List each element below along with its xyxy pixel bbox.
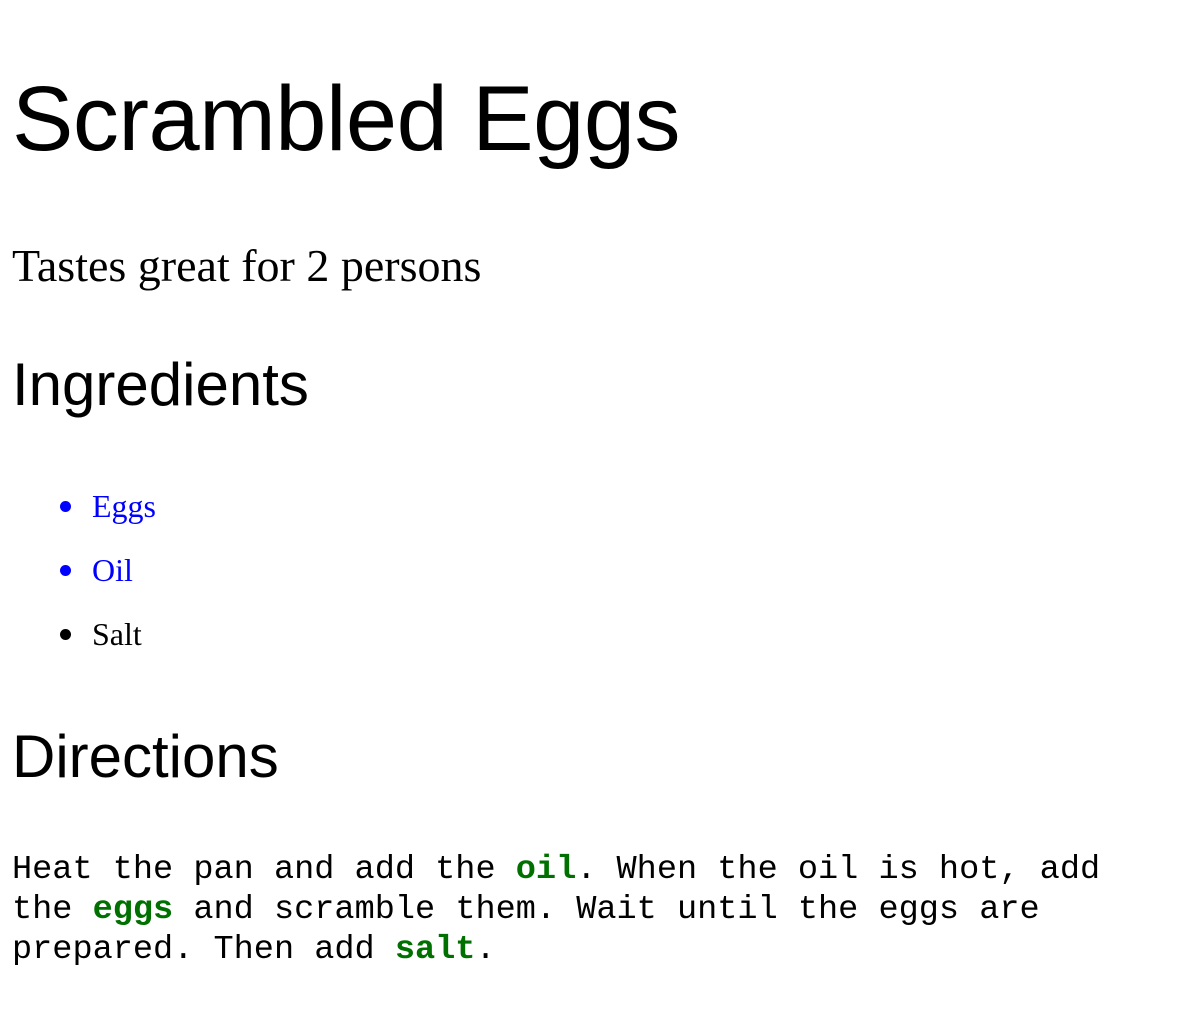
directions-text-segment: the bbox=[12, 891, 93, 929]
ingredient-label: Oil bbox=[92, 552, 133, 588]
directions-text-segment: and scramble them. Wait until the eggs a… bbox=[173, 891, 1040, 929]
ingredient-label: Salt bbox=[92, 616, 142, 652]
directions-text: Heat the pan and add the oil. When the o… bbox=[12, 850, 1162, 970]
highlighted-ingredient-oil: oil bbox=[515, 851, 577, 889]
highlighted-ingredient-eggs: eggs bbox=[92, 891, 174, 929]
ingredients-heading: Ingredients bbox=[12, 351, 309, 418]
bullet-icon bbox=[60, 629, 71, 640]
directions-heading: Directions bbox=[12, 723, 279, 790]
bullet-icon bbox=[60, 501, 71, 512]
directions-text-segment: . bbox=[475, 931, 496, 969]
directions-text-segment: prepared. Then add bbox=[12, 931, 395, 969]
directions-text-segment: Heat the pan and add the bbox=[12, 851, 516, 889]
ingredient-label: Eggs bbox=[92, 488, 156, 524]
highlighted-ingredient-salt: salt bbox=[394, 931, 476, 969]
page-title: Scrambled Eggs bbox=[12, 68, 681, 170]
recipe-subtitle: Tastes great for 2 persons bbox=[12, 240, 482, 291]
recipe-page: Scrambled Eggs Tastes great for 2 person… bbox=[0, 0, 1184, 1034]
directions-text-segment: . When the oil is hot, add bbox=[576, 851, 1101, 889]
bullet-icon bbox=[60, 565, 71, 576]
